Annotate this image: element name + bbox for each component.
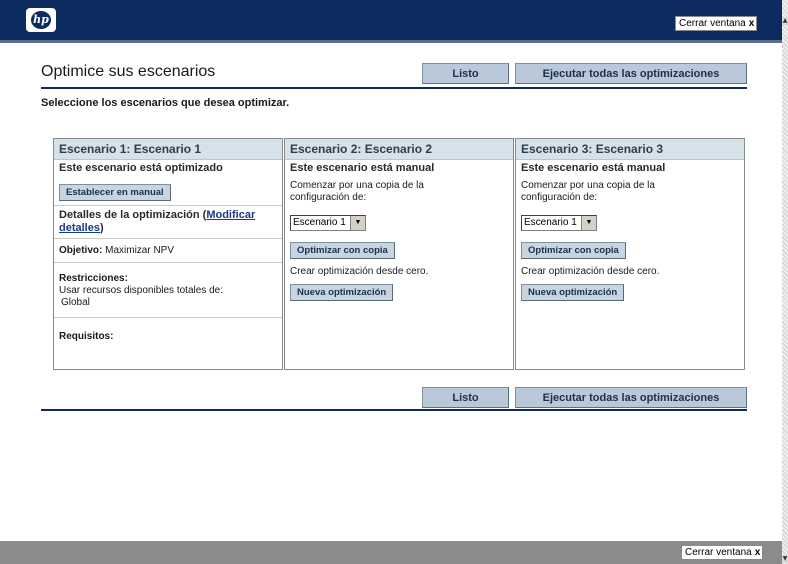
- dropdown-arrow-icon[interactable]: ▼: [581, 216, 596, 230]
- select-value: Escenario 1: [524, 217, 577, 228]
- done-button-bottom[interactable]: Listo: [422, 387, 509, 408]
- scenario-card-2: Escenario 2: Escenario 2 Este escenario …: [284, 138, 514, 370]
- create-from-scratch-text: Crear optimización desde cero.: [521, 266, 660, 277]
- scroll-down-arrow-icon[interactable]: ▼: [782, 555, 788, 563]
- scenario-title: Escenario 2: Escenario 2: [285, 139, 513, 160]
- restrictions-text: Usar recursos disponibles totales de:: [59, 285, 223, 296]
- scenario-card-3: Escenario 3: Escenario 3 Este escenario …: [515, 138, 745, 370]
- close-window-label: Cerrar ventana: [685, 547, 752, 558]
- run-all-optimizations-button-bottom[interactable]: Ejecutar todas las optimizaciones: [515, 387, 747, 408]
- new-optimization-button[interactable]: Nueva optimización: [290, 284, 394, 301]
- scenario-card-1: Escenario 1: Escenario 1 Este escenario …: [53, 138, 283, 370]
- new-optimization-button[interactable]: Nueva optimización: [521, 284, 625, 301]
- select-value: Escenario 1: [293, 217, 346, 228]
- restrictions-section: Restricciones: Usar recursos disponibles…: [54, 263, 282, 317]
- scroll-up-arrow-icon[interactable]: ▲: [782, 17, 788, 25]
- details-prefix: Detalles de la optimización (: [59, 209, 207, 221]
- optimization-details: Detalles de la optimización (Modificar d…: [54, 206, 282, 238]
- scenario-status: Este escenario está manual: [290, 162, 435, 174]
- copy-scenario-select[interactable]: Escenario 1 ▼: [290, 215, 366, 231]
- run-all-optimizations-button-top[interactable]: Ejecutar todas las optimizaciones: [515, 63, 747, 84]
- create-from-scratch-text: Crear optimización desde cero.: [290, 266, 429, 277]
- dropdown-arrow-icon[interactable]: ▼: [350, 216, 365, 230]
- hp-logo: hp: [26, 8, 56, 32]
- restrictions-label: Restricciones:: [59, 273, 128, 284]
- requirements-label: Requisitos:: [59, 331, 114, 342]
- copy-scenario-select[interactable]: Escenario 1 ▼: [521, 215, 597, 231]
- header-divider: [0, 40, 782, 43]
- bottom-divider: [41, 409, 747, 411]
- copy-config-text: Comenzar por una copia de la configuraci…: [521, 180, 655, 203]
- top-banner: hp Cerrar ventana x: [0, 0, 782, 40]
- optimize-with-copy-button[interactable]: Optimizar con copia: [521, 242, 626, 259]
- close-window-button-top[interactable]: Cerrar ventana x: [675, 16, 758, 31]
- close-icon: x: [754, 547, 761, 558]
- scenario-status: Este escenario está optimizado: [59, 162, 223, 174]
- close-icon: x: [748, 18, 755, 29]
- objective-value: Maximizar NPV: [105, 245, 175, 256]
- close-window-label: Cerrar ventana: [679, 18, 746, 29]
- title-divider: [41, 87, 747, 89]
- set-manual-button[interactable]: Establecer en manual: [59, 184, 171, 201]
- footer-bar: Cerrar ventana x: [0, 541, 782, 564]
- optimize-with-copy-button[interactable]: Optimizar con copia: [290, 242, 395, 259]
- scenario-status: Este escenario está manual: [521, 162, 666, 174]
- scenario-title: Escenario 3: Escenario 3: [516, 139, 744, 160]
- objective-row: Objetivo: Maximizar NPV: [54, 239, 282, 262]
- details-suffix: ): [99, 222, 104, 234]
- vertical-scrollbar[interactable]: [782, 0, 788, 564]
- close-window-button-bottom[interactable]: Cerrar ventana x: [681, 545, 764, 560]
- restrictions-value: Global: [61, 297, 90, 308]
- page-title: Optimice sus escenarios: [41, 63, 216, 80]
- objective-label: Objetivo:: [59, 245, 103, 256]
- copy-config-text: Comenzar por una copia de la configuraci…: [290, 180, 424, 203]
- done-button-top[interactable]: Listo: [422, 63, 509, 84]
- instruction-text: Seleccione los escenarios que desea opti…: [41, 97, 290, 109]
- scenario-title: Escenario 1: Escenario 1: [54, 139, 282, 160]
- hp-logo-icon: hp: [31, 11, 51, 29]
